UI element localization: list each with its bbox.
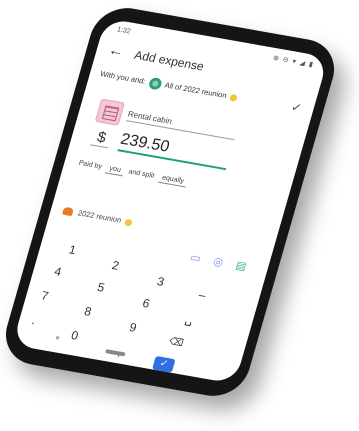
key-5[interactable]: 5 xyxy=(87,278,115,298)
phone-screen: 1:32 ⊕ ⊖ ▾ ◢ ▮ ← Add expense ✓ With you … xyxy=(12,18,329,385)
key-8[interactable]: 8 xyxy=(74,302,102,322)
phone-frame: 1:32 ⊕ ⊖ ▾ ◢ ▮ ← Add expense ✓ With you … xyxy=(0,2,343,402)
key-1[interactable]: 1 xyxy=(58,240,86,260)
group-selector[interactable]: 2022 reunion xyxy=(61,206,133,227)
paid-by-row: Paid by you and split equally xyxy=(77,160,191,188)
backspace-icon[interactable]: ⌫ xyxy=(162,333,190,353)
key-period[interactable]: . xyxy=(20,310,48,330)
product-shot: 1:32 ⊕ ⊖ ▾ ◢ ▮ ← Add expense ✓ With you … xyxy=(0,0,359,431)
key-space[interactable]: ␣ xyxy=(175,309,203,329)
status-time: 1:32 xyxy=(116,26,132,36)
currency-button[interactable]: $ xyxy=(90,127,113,149)
key-7[interactable]: 7 xyxy=(31,286,59,306)
smile-emoji-icon xyxy=(124,218,133,227)
paid-by-label: Paid by xyxy=(77,159,103,171)
group-name: 2022 reunion xyxy=(76,208,123,225)
done-check-icon[interactable]: ✓ xyxy=(151,355,176,373)
key-minus[interactable]: – xyxy=(188,285,216,305)
split-mode-selector[interactable]: equally xyxy=(157,173,188,188)
key-4[interactable]: 4 xyxy=(44,262,72,282)
split-with-group-name: All of 2022 reunion xyxy=(163,80,228,101)
key-0[interactable]: 0 xyxy=(61,326,89,346)
page-title: Add expense xyxy=(132,47,206,74)
key-6[interactable]: 6 xyxy=(132,294,160,314)
key-9[interactable]: 9 xyxy=(119,318,147,338)
people-icon xyxy=(61,206,75,217)
payer-selector[interactable]: you xyxy=(105,164,125,177)
back-arrow-icon[interactable]: ← xyxy=(105,41,128,62)
numeric-keypad: 1 2 3 – 4 5 6 ␣ 7 8 9 ⌫ . 0 , ✓ xyxy=(22,232,249,373)
smile-emoji-icon xyxy=(229,93,239,102)
split-label: and split xyxy=(127,168,156,180)
category-icon[interactable] xyxy=(94,98,126,126)
split-with-prefix: With you and: xyxy=(99,69,147,86)
save-check-icon[interactable]: ✓ xyxy=(289,100,303,115)
status-icons: ⊕ ⊖ ▾ ◢ ▮ xyxy=(272,54,315,69)
key-2[interactable]: 2 xyxy=(102,256,130,276)
group-avatar xyxy=(147,76,163,91)
key-3[interactable]: 3 xyxy=(147,272,175,292)
